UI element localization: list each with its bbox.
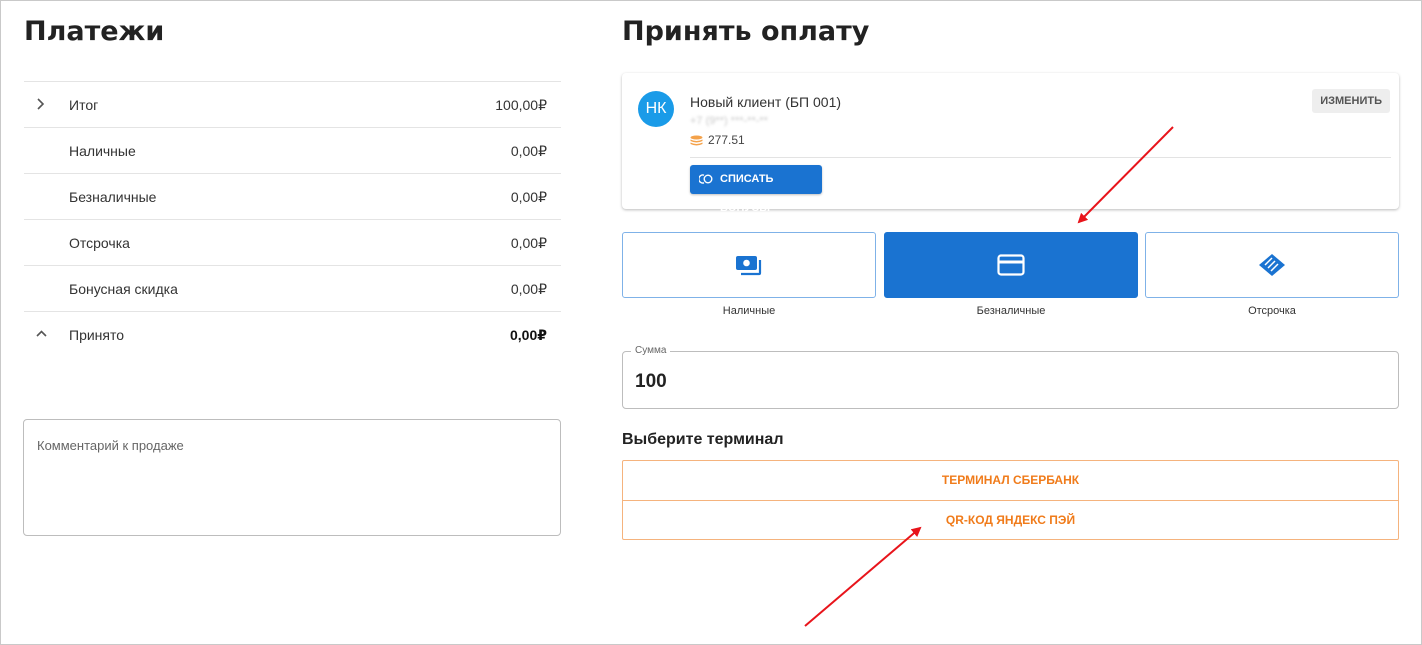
payment-label: Отсрочка: [69, 235, 130, 251]
method-deferred-button[interactable]: [1145, 232, 1399, 298]
payment-label: Итог: [69, 97, 99, 113]
avatar: НК: [638, 91, 674, 127]
terminal-section-title: Выберите терминал: [622, 431, 784, 448]
payment-row-cash: Наличные 0,00₽: [24, 128, 561, 174]
payment-row-bonus-discount: Бонусная скидка 0,00₽: [24, 266, 561, 312]
chevron-up-icon[interactable]: [34, 325, 48, 343]
payments-table: Итог 100,00₽ Наличные 0,00₽ Безналичные …: [24, 81, 561, 358]
sale-comment-field[interactable]: Комментарий к продаже: [23, 419, 561, 536]
method-cashless-label: Безналичные: [976, 305, 1046, 317]
write-off-bonuses-button[interactable]: СПИСАТЬ БОНУСЫ: [690, 165, 822, 214]
client-name: Новый клиент (БП 001): [690, 94, 842, 110]
payment-row-accepted[interactable]: Принято 0,00₽: [24, 312, 561, 358]
method-cashless-button[interactable]: [884, 232, 1138, 298]
coins-icon: [690, 135, 703, 146]
payment-label: Принято: [69, 327, 125, 343]
payment-value: 0,00₽: [510, 189, 547, 205]
payment-label: Наличные: [69, 143, 136, 159]
cash-icon: [736, 256, 762, 276]
amount-value: 100: [635, 371, 667, 392]
payment-label: Бонусная скидка: [69, 281, 178, 297]
payment-row-total[interactable]: Итог 100,00₽: [24, 82, 561, 128]
payment-label: Безналичные: [69, 189, 157, 205]
payment-methods: Наличные Безналичные Отсрочка: [622, 232, 1399, 322]
client-card: НК Новый клиент (БП 001) +7 (9**) ***-**…: [622, 73, 1399, 214]
payment-value: 0,00₽: [510, 281, 547, 297]
method-cash-button[interactable]: [622, 232, 876, 298]
change-client-button[interactable]: ИЗМЕНИТЬ: [1312, 89, 1390, 113]
terminal-list: ТЕРМИНАЛ СБЕРБАНК QR-КОД ЯНДЕКС ПЭЙ: [622, 460, 1399, 540]
payment-value: 100,00₽: [495, 97, 547, 113]
terminal-sberbank-button[interactable]: ТЕРМИНАЛ СБЕРБАНК: [623, 461, 1398, 500]
card-icon: [997, 254, 1025, 276]
payment-value: 0,00₽: [510, 143, 547, 159]
write-off-bonuses-label: СПИСАТЬ БОНУСЫ: [720, 173, 774, 214]
bonus-balance: 277.51: [708, 133, 745, 147]
sale-comment-placeholder: Комментарий к продаже: [37, 438, 184, 453]
payment-value: 0,00₽: [510, 235, 547, 251]
accept-payment-title: Принять оплату: [622, 16, 870, 47]
client-phone: +7 (9**) ***-**-**: [690, 115, 768, 127]
payment-value: 0,00₽: [510, 327, 547, 343]
method-deferred-label: Отсрочка: [1248, 305, 1296, 317]
coins-outline-icon: [699, 174, 713, 184]
amount-label: Сумма: [631, 345, 671, 356]
handshake-icon: [1259, 254, 1285, 276]
chevron-right-icon[interactable]: [34, 95, 48, 113]
amount-input[interactable]: Сумма 100: [622, 345, 1399, 409]
divider: [690, 157, 1391, 158]
payments-title: Платежи: [24, 16, 165, 47]
terminal-yandex-pay-qr-button[interactable]: QR-КОД ЯНДЕКС ПЭЙ: [623, 500, 1398, 539]
method-cash-label: Наличные: [722, 305, 776, 317]
payment-row-cashless: Безналичные 0,00₽: [24, 174, 561, 220]
payment-row-deferred: Отсрочка 0,00₽: [24, 220, 561, 266]
